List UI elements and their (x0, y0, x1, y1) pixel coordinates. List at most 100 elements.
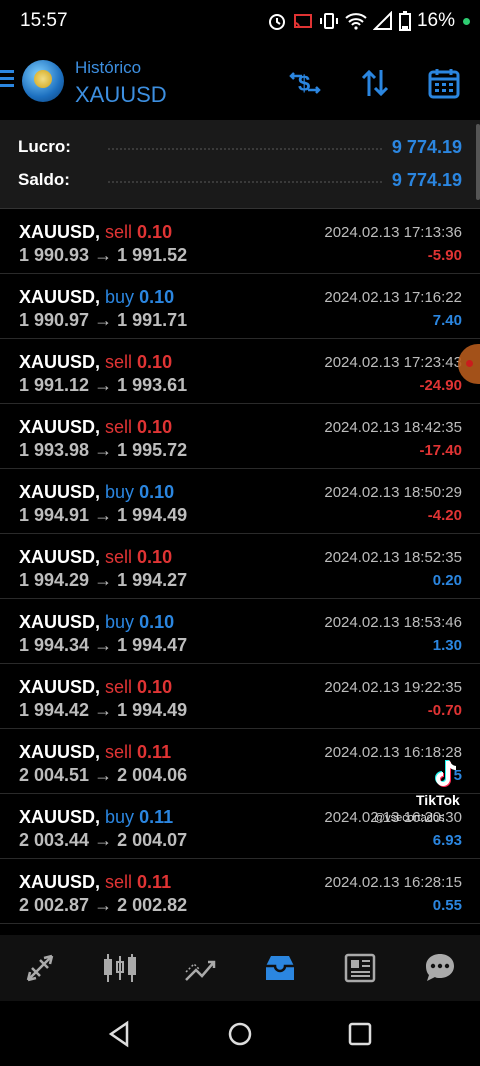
trade-prices: 2 003.44 → 2 004.07 (19, 830, 188, 850)
trade-prices: 1 994.91 → 1 994.49 (19, 505, 188, 525)
trade-prices: 1 994.42 → 1 994.49 (19, 700, 188, 720)
trade-symbol-line: XAUUSD, sell 0.11 (19, 742, 171, 763)
nav-messages[interactable] (420, 948, 460, 988)
trade-profit: -17.40 (419, 442, 462, 459)
status-bar: 15:57 16% (0, 0, 480, 44)
trade-profit: -5.90 (427, 247, 462, 264)
status-time: 15:57 (20, 10, 68, 31)
trade-row[interactable]: XAUUSD, sell 0.10 1 994.42 → 1 994.49 20… (0, 664, 480, 729)
nav-trade[interactable] (180, 948, 220, 988)
trade-prices: 2 004.51 → 2 004.06 (19, 765, 188, 785)
trade-datetime: 2024.02.13 18:42:35 (324, 419, 462, 436)
trade-symbol-line: XAUUSD, sell 0.10 (19, 352, 172, 373)
home-icon (228, 1022, 252, 1046)
trade-volume: 0.10 (137, 547, 173, 567)
currency-exchange-icon: $ (289, 71, 321, 96)
trade-side: sell (105, 872, 138, 892)
tiktok-name: TikTok (416, 792, 460, 808)
trade-row[interactable]: XAUUSD, sell 0.10 1 993.98 → 1 995.72 20… (0, 404, 480, 469)
balance-value: 9 774.19 (391, 169, 462, 190)
trade-datetime: 2024.02.13 18:52:35 (324, 549, 462, 566)
profit-row: Lucro: 9 774.19 (18, 133, 462, 161)
trade-row[interactable]: XAUUSD, sell 0.10 1 991.12 → 1 993.61 20… (0, 339, 480, 404)
trade-prices: 1 993.98 → 1 995.72 (19, 440, 188, 460)
trade-row[interactable]: XAUUSD, sell 0.10 1 990.93 → 1 991.52 20… (0, 209, 480, 274)
balance-label: Saldo: (18, 170, 70, 189)
recents-button[interactable] (345, 1019, 375, 1049)
trade-symbol: XAUUSD, (19, 222, 101, 242)
trade-prices: 2 002.87 → 2 002.82 (19, 895, 188, 915)
history-icon (266, 956, 294, 980)
trade-prices: 1 990.97 → 1 991.71 (19, 310, 188, 330)
nav-chart[interactable] (100, 948, 140, 988)
trade-volume: 0.10 (137, 222, 173, 242)
trade-side: sell (105, 352, 138, 372)
trade-row[interactable]: XAUUSD, buy 0.10 1 994.34 → 1 994.47 202… (0, 599, 480, 664)
trade-side: buy (105, 612, 140, 632)
calendar-icon (428, 69, 460, 99)
calendar-button[interactable] (427, 66, 461, 100)
trade-side: sell (105, 417, 138, 437)
trade-datetime: 2024.02.13 19:22:35 (324, 679, 462, 696)
trade-row[interactable]: XAUUSD, sell 0.11 2 002.87 → 2 002.82 20… (0, 859, 480, 924)
trade-volume: 0.11 (137, 872, 172, 892)
trade-profit: 0.55 (432, 897, 462, 914)
trade-side: sell (105, 547, 138, 567)
scrollbar[interactable] (476, 124, 480, 200)
trade-volume: 0.10 (139, 612, 175, 632)
trade-symbol-line: XAUUSD, sell 0.11 (19, 872, 171, 893)
recents-icon (348, 1022, 372, 1046)
trade-row[interactable]: XAUUSD, buy 0.10 1 994.91 → 1 994.49 202… (0, 469, 480, 534)
battery-icon (398, 11, 411, 31)
news-icon (344, 953, 376, 983)
home-button[interactable] (225, 1019, 255, 1049)
trade-symbol-line: XAUUSD, sell 0.10 (19, 677, 172, 698)
trade-datetime: 2024.02.13 17:16:22 (324, 289, 462, 306)
trade-datetime: 2024.02.13 17:23:43 (324, 354, 462, 371)
trade-profit: -24.90 (419, 377, 462, 394)
trade-icon (185, 960, 216, 981)
trade-symbol-line: XAUUSD, buy 0.10 (19, 482, 174, 503)
metatrader-logo[interactable] (22, 60, 64, 102)
sort-icon (361, 69, 389, 97)
trade-side: sell (105, 222, 138, 242)
trade-row[interactable]: XAUUSD, buy 0.11 2 003.44 → 2 004.07 202… (0, 794, 480, 859)
dotted-leader (108, 181, 382, 183)
back-icon (108, 1020, 129, 1048)
symbol-title[interactable]: XAUUSD (75, 82, 167, 108)
trade-row[interactable]: XAUUSD, sell 0.11 2 004.51 → 2 004.06 20… (0, 729, 480, 794)
deposit-button[interactable]: $ (288, 66, 322, 100)
trade-symbol-line: XAUUSD, sell 0.10 (19, 547, 172, 568)
trade-volume: 0.10 (137, 417, 173, 437)
alarm-icon (267, 11, 287, 31)
tiktok-logo-icon (435, 760, 457, 787)
nav-history[interactable] (260, 948, 300, 988)
quotes-icon (26, 954, 54, 982)
trade-side: sell (105, 677, 138, 697)
menu-icon[interactable] (0, 70, 14, 92)
trade-side: buy (105, 287, 140, 307)
vibrate-icon (319, 11, 339, 31)
back-button[interactable] (105, 1019, 135, 1049)
trade-row[interactable]: XAUUSD, sell 0.10 1 994.29 → 1 994.27 20… (0, 534, 480, 599)
sort-button[interactable] (358, 66, 392, 100)
balance-row: Saldo: 9 774.19 (18, 166, 462, 194)
nav-quotes[interactable] (20, 948, 60, 988)
trade-symbol: XAUUSD, (19, 417, 101, 437)
trade-symbol: XAUUSD, (19, 872, 101, 892)
nav-news[interactable] (340, 948, 380, 988)
page-subtitle: Histórico (75, 58, 142, 77)
trade-symbol-line: XAUUSD, buy 0.10 (19, 287, 174, 308)
trade-symbol: XAUUSD, (19, 287, 101, 307)
trade-datetime: 2024.02.13 18:53:46 (324, 614, 462, 631)
wifi-icon (345, 11, 367, 31)
trade-profit: 1.30 (432, 637, 462, 654)
trade-symbol: XAUUSD, (19, 482, 101, 502)
system-navigation (0, 1001, 480, 1066)
trade-symbol: XAUUSD, (19, 547, 101, 567)
trade-row[interactable]: XAUUSD, buy 0.10 1 990.97 → 1 991.71 202… (0, 274, 480, 339)
trade-profit: 6.93 (432, 832, 462, 849)
trade-symbol: XAUUSD, (19, 352, 101, 372)
dotted-leader (108, 148, 382, 150)
trade-profit: -0.70 (427, 702, 462, 719)
